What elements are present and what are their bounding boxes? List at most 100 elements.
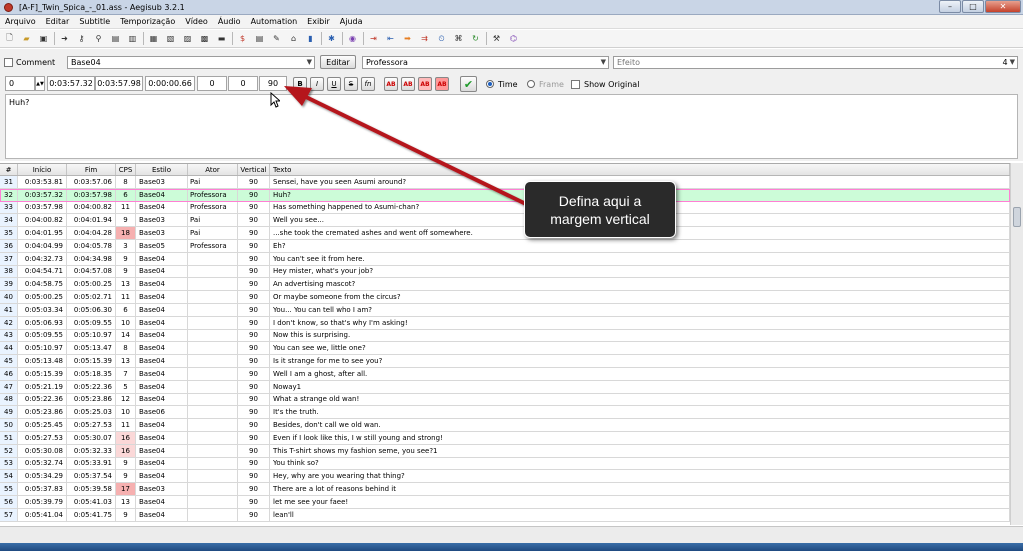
header-start[interactable]: Início	[18, 164, 67, 175]
menu-arquivo[interactable]: Arquivo	[0, 17, 41, 26]
attachments-icon[interactable]: ▧	[164, 32, 177, 45]
table-row[interactable]: 49 0:05:23.86 0:05:25.03 10 Base06 90 It's the…	[0, 406, 1010, 420]
jump-icon[interactable]: ➜	[58, 32, 71, 45]
header-cps[interactable]: CPS	[116, 164, 136, 175]
scrollbar-thumb[interactable]	[1013, 207, 1021, 227]
pick-icon[interactable]: ⚲	[92, 32, 105, 45]
lead-in-icon[interactable]: ⇥	[367, 32, 380, 45]
table-row[interactable]: 32 0:03:57.32 0:03:57.98 6 Base04 Professora 9…	[0, 188, 1010, 202]
shift-times-icon[interactable]: ◉	[346, 32, 359, 45]
table-row[interactable]: 35 0:04:01.95 0:04:04.28 18 Base03 Pai 90 ...sh…	[0, 227, 1010, 240]
commit-check-icon[interactable]: ✔	[460, 76, 477, 92]
table-row[interactable]: 39 0:04:58.75 0:05:00.25 13 Base04 90 An adver…	[0, 278, 1010, 292]
margin-vertical-field[interactable]: 90	[259, 76, 287, 91]
header-end[interactable]: Fim	[67, 164, 116, 175]
table-row[interactable]: 41 0:05:03.34 0:05:06.30 6 Base04 90 You... Yo…	[0, 303, 1010, 317]
secondary-color-button[interactable]: AB	[401, 77, 415, 91]
italic-button[interactable]: I	[310, 77, 324, 91]
table-row[interactable]: 54 0:05:34.29 0:05:37.54 9 Base04 90 Hey, why …	[0, 470, 1010, 484]
timer-icon[interactable]: ⏲	[435, 32, 448, 45]
pen-icon[interactable]: ✎	[270, 32, 283, 45]
tag-icon[interactable]: ⌂	[287, 32, 300, 45]
clip-icon[interactable]: ▤	[109, 32, 122, 45]
manager-icon[interactable]: ▤	[253, 32, 266, 45]
maximize-button[interactable]: □	[962, 0, 984, 13]
subtitles-grid[interactable]: # Início Fim CPS Estilo Ator Vertical Te…	[0, 163, 1010, 525]
table-row[interactable]: 57 0:05:41.04 0:05:41.75 9 Base04 90 lean'll	[0, 508, 1010, 522]
table-row[interactable]: 34 0:04:00.82 0:04:01.94 9 Base03 Pai 90 Well y…	[0, 214, 1010, 228]
primary-color-button[interactable]: AB	[384, 77, 398, 91]
menu-audio[interactable]: Áudio	[213, 17, 246, 26]
table-row[interactable]: 55 0:05:37.83 0:05:39.58 17 Base03 90 There ar…	[0, 483, 1010, 496]
fonts-icon[interactable]: ▨	[181, 32, 194, 45]
header-text[interactable]: Texto	[270, 164, 1010, 175]
menu-editar[interactable]: Editar	[41, 17, 75, 26]
close-button[interactable]: ✕	[985, 0, 1021, 13]
video-icon[interactable]: ▬	[215, 32, 228, 45]
options-icon[interactable]: ⚒	[490, 32, 503, 45]
show-original-checkbox[interactable]	[571, 79, 580, 89]
table-row[interactable]: 44 0:05:10.97 0:05:13.47 8 Base04 90 You can s…	[0, 342, 1010, 356]
grid-scrollbar[interactable]	[1010, 163, 1023, 525]
effect-combo[interactable]: Efeito ▼	[613, 56, 1018, 69]
snap-icon[interactable]: ⇉	[418, 32, 431, 45]
table-row[interactable]: 40 0:05:00.25 0:05:02.71 11 Base04 90 Or maybe…	[0, 291, 1010, 304]
book-icon[interactable]: ▮	[304, 32, 317, 45]
subtitle-text-area[interactable]: Huh?	[5, 94, 1018, 159]
header-actor[interactable]: Ator	[188, 164, 238, 175]
header-num[interactable]: #	[0, 164, 18, 175]
frame-radio-group[interactable]: Frame	[527, 77, 564, 91]
table-row[interactable]: 42 0:05:06.93 0:05:09.55 10 Base04 90 I don't …	[0, 316, 1010, 330]
table-row[interactable]: 45 0:05:13.48 0:05:15.39 13 Base04 90 Is it st…	[0, 355, 1010, 368]
margin-left-field[interactable]: 0	[197, 76, 227, 91]
table-row[interactable]: 46 0:05:15.39 0:05:18.35 7 Base04 90 Well I am…	[0, 367, 1010, 381]
menu-subtitle[interactable]: Subtitle	[74, 17, 115, 26]
table-row[interactable]: 31 0:03:53.81 0:03:57.06 8 Base03 Pai 90 Sensei…	[0, 176, 1010, 189]
table-row[interactable]: 36 0:04:04.99 0:04:05.78 3 Base05 Professora 9…	[0, 239, 1010, 253]
save-icon[interactable]: ▣	[37, 32, 50, 45]
time-radio-group[interactable]: Time	[486, 77, 518, 91]
comment-checkbox[interactable]	[4, 58, 13, 67]
font-button[interactable]: fn	[361, 77, 375, 91]
margin-right-field[interactable]: 0	[228, 76, 258, 91]
menu-video[interactable]: Vídeo	[180, 17, 213, 26]
sync-icon[interactable]: ↻	[469, 32, 482, 45]
new-file-icon[interactable]: 🗋	[3, 32, 16, 45]
table-row[interactable]: 37 0:04:32.73 0:04:34.98 9 Base04 90 You can't…	[0, 252, 1010, 266]
lead-out-icon[interactable]: ⇤	[384, 32, 397, 45]
automation-icon[interactable]: ⌬	[507, 32, 520, 45]
table-row[interactable]: 52 0:05:30.08 0:05:32.33 16 Base04 90 This T-s…	[0, 444, 1010, 458]
table-row[interactable]: 56 0:05:39.79 0:05:41.03 13 Base04 90 let me s…	[0, 495, 1010, 509]
table-row[interactable]: 38 0:04:54.71 0:04:57.08 9 Base04 90 Hey miste…	[0, 265, 1010, 279]
underline-button[interactable]: U	[327, 77, 341, 91]
frame-radio[interactable]	[527, 80, 535, 88]
table-row[interactable]: 48 0:05:22.36 0:05:23.86 12 Base04 90 What a s…	[0, 393, 1010, 407]
end-time-field[interactable]: 0:03:57.98	[95, 76, 143, 91]
menu-ajuda[interactable]: Ajuda	[335, 17, 368, 26]
styles-icon[interactable]: $	[236, 32, 249, 45]
shadow-color-button[interactable]: AB	[435, 77, 449, 91]
start-time-field[interactable]: 0:03:57.32	[47, 76, 95, 91]
header-vertical[interactable]: Vertical	[238, 164, 270, 175]
resample-icon[interactable]: ▩	[198, 32, 211, 45]
duration-field[interactable]: 0:00:00.66	[145, 76, 195, 91]
table-row[interactable]: 43 0:05:09.55 0:05:10.97 14 Base04 90 Now this…	[0, 329, 1010, 343]
properties-icon[interactable]: ▦	[147, 32, 160, 45]
outline-color-button[interactable]: AB	[418, 77, 432, 91]
menu-automation[interactable]: Automation	[246, 17, 303, 26]
key-icon[interactable]: ⚷	[75, 32, 88, 45]
time-radio[interactable]	[486, 80, 494, 88]
layer-spin-arrows-icon[interactable]: ▲▼	[35, 76, 45, 91]
table-row[interactable]: 51 0:05:27.53 0:05:30.07 16 Base04 90 Even if …	[0, 431, 1010, 445]
style-combo[interactable]: Base04 ▼	[67, 56, 315, 69]
header-style[interactable]: Estilo	[136, 164, 188, 175]
menu-exibir[interactable]: Exibir	[302, 17, 335, 26]
bold-button[interactable]: B	[293, 77, 307, 91]
strikeout-button[interactable]: S	[344, 77, 358, 91]
layer-spin[interactable]: 0	[5, 76, 35, 91]
table-row[interactable]: 53 0:05:32.74 0:05:33.91 9 Base04 90 You think…	[0, 457, 1010, 471]
kanji-timer-icon[interactable]: ⌘	[452, 32, 465, 45]
show-original-group[interactable]: Show Original	[571, 77, 639, 91]
table-row[interactable]: 47 0:05:21.19 0:05:22.36 5 Base04 90 Noway1	[0, 380, 1010, 394]
edit-style-button[interactable]: Editar	[320, 55, 356, 69]
